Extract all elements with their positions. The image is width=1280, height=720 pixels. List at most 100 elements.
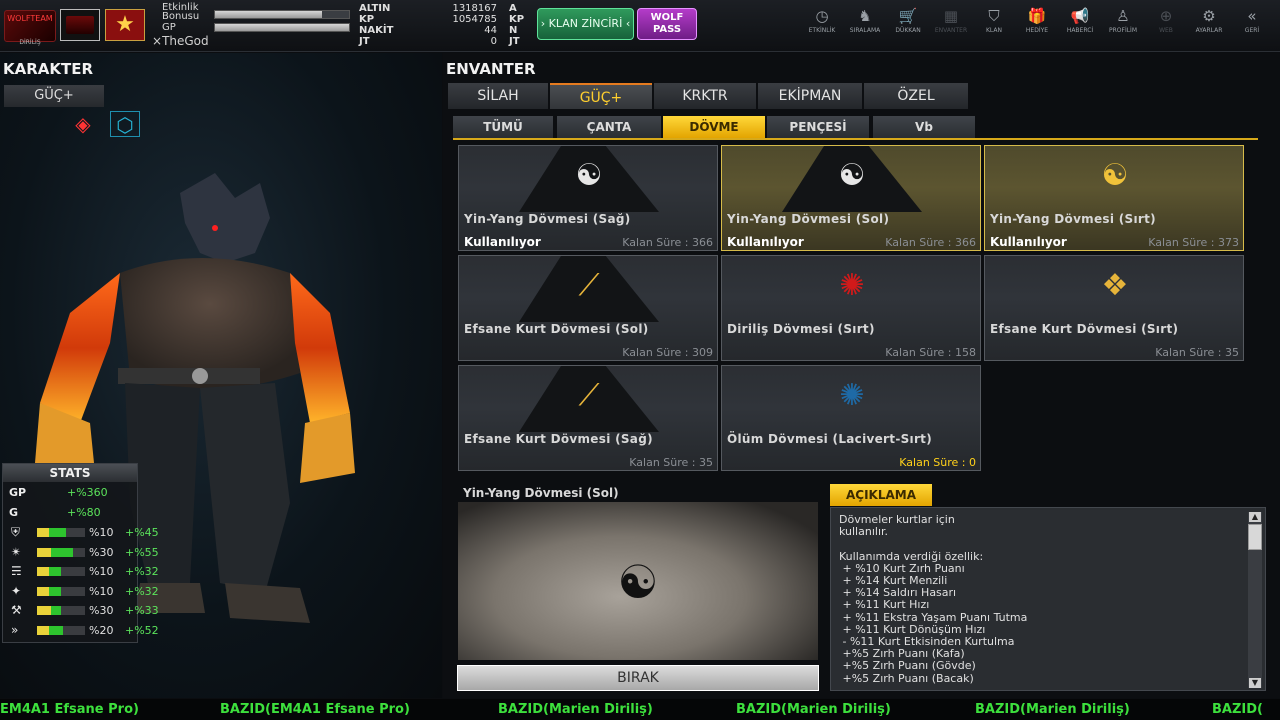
inventory-icon: ▦ — [943, 7, 959, 25]
ticker-message: BAZID(Marien Diriliş) — [975, 702, 1130, 717]
stat-bonus: +%33 — [125, 604, 159, 618]
speed-icon: ☴ — [11, 564, 22, 579]
tattoo-emblem-icon: ❖ — [1101, 268, 1129, 303]
stat-bar-bonus — [49, 528, 66, 537]
tab-si̇lah[interactable]: SİLAH — [448, 83, 548, 109]
scroll-down-icon[interactable]: ▼ — [1249, 678, 1261, 688]
nav-label: KLAN — [985, 27, 1002, 34]
tattoo-card[interactable]: ⟋ Efsane Kurt Dövmesi (Sağ) Kalan Süre : 3… — [458, 365, 718, 471]
ticker-message: BAZID( — [1212, 702, 1263, 717]
bonus-block: Etkinlik Bonusu GP ×TheGod — [152, 3, 352, 49]
gp-label: GP — [162, 22, 176, 33]
stat-bar-base — [37, 547, 52, 557]
wolf-pass-button[interactable]: WOLF PASS — [637, 8, 697, 40]
nav-item-ayarlar[interactable]: ⚙ AYARLAR — [1187, 6, 1231, 46]
currency-row: KP 1054785 KP — [357, 14, 527, 25]
character-panel: KARAKTER GÜÇ+ ◈ ⬡ STATS GP +%360 G +%80 … — [0, 53, 442, 698]
subtab-çanta[interactable]: ÇANTA — [557, 116, 661, 138]
tab-guc-plus-character[interactable]: GÜÇ+ — [4, 85, 104, 107]
stat-bar-base — [37, 606, 52, 616]
bonus-bar — [214, 10, 350, 19]
tattoo-card[interactable]: ✺ Ölüm Dövmesi (Lacivert-Sırt) Kalan Süre … — [721, 365, 981, 471]
subtab-tümü[interactable]: TÜMÜ — [453, 116, 553, 138]
nav-item-siralama[interactable]: ♞ SIRALAMA — [843, 6, 887, 46]
stat-bonus: +%32 — [125, 565, 159, 579]
description-box: Dövmeler kurtlar için kullanılır. Kullan… — [830, 507, 1266, 691]
sub-tabs: TÜMÜ ÇANTA DÖVME PENÇESİ Vb — [453, 116, 1258, 140]
nav-item-etki̇nli̇k[interactable]: ◷ ETKİNLİK — [800, 6, 844, 46]
tattoo-emblem-icon: ✺ — [839, 378, 865, 413]
tattoo-preview-image: ☯ — [458, 502, 818, 660]
attack-icon: ✦ — [11, 583, 22, 598]
red-skill-icon[interactable]: ◈ — [68, 113, 98, 135]
tattoo-name: Diriliş Dövmesi (Sırt) — [727, 322, 875, 336]
clock-icon: ◷ — [815, 7, 829, 25]
tattoo-card[interactable]: ⟋ Efsane Kurt Dövmesi (Sol) Kalan Süre : 3… — [458, 255, 718, 361]
tattoo-card[interactable]: ☯ Yin-Yang Dövmesi (Sağ) Kullanılıyor Kalan… — [458, 145, 718, 251]
tattoo-remaining-time: Kalan Süre : 158 — [885, 346, 976, 359]
tattoo-remaining-time: Kalan Süre : 366 — [622, 236, 713, 249]
currency-row: ALTIN 1318167 A — [357, 3, 527, 14]
shield-icon: ⛉ — [988, 7, 1000, 25]
inventory-title: ENVANTER — [446, 60, 536, 78]
drop-button[interactable]: BIRAK — [457, 665, 819, 691]
tattoo-remaining-time: Kalan Süre : 309 — [622, 346, 713, 359]
nav-label: AYARLAR — [1195, 27, 1223, 34]
stat-base: %20 — [89, 624, 114, 637]
klan-chain-button[interactable]: › KLAN ZİNCİRİ ‹ — [537, 8, 634, 40]
tab-krktr[interactable]: KRKTR — [654, 83, 756, 109]
stat-bar-base — [37, 528, 49, 537]
star-badge[interactable]: ★ — [105, 9, 145, 41]
rank-badge[interactable] — [60, 9, 100, 41]
nav-item-dükkan[interactable]: 🛒 DÜKKAN — [886, 6, 930, 46]
cart-icon: 🛒 — [898, 7, 918, 25]
nav-item-geri̇[interactable]: « GERİ — [1230, 6, 1274, 46]
blue-skill-icon[interactable]: ⬡ — [110, 111, 140, 137]
nav-item-envanter[interactable]: ▦ ENVANTER — [929, 6, 973, 46]
logo-subtext: DİRİLİŞ — [19, 39, 41, 46]
nav-item-haberci̇[interactable]: 📢 HABERCİ — [1058, 6, 1102, 46]
tab-güç+[interactable]: GÜÇ+ — [550, 83, 652, 109]
stat-bar-bonus — [51, 606, 61, 616]
stat-base: %30 — [89, 604, 114, 618]
tattoo-card[interactable]: ☯ Yin-Yang Dövmesi (Sol) Kullanılıyor Kalan… — [721, 145, 981, 251]
tattoo-name: Yin-Yang Dövmesi (Sol) — [727, 212, 890, 226]
ticker-message: EM4A1 Efsane Pro) — [0, 702, 139, 717]
nav-item-profi̇li̇m[interactable]: ♙ PROFİLİM — [1101, 6, 1145, 46]
stat-bar — [37, 528, 85, 537]
subtab-vb[interactable]: Vb — [873, 116, 975, 138]
nav-label: SIRALAMA — [849, 27, 881, 34]
gp-bar-fill — [215, 24, 349, 31]
tab-özel[interactable]: ÖZEL — [864, 83, 968, 109]
stat-row-gp: GP +%360 — [3, 484, 163, 502]
scroll-up-icon[interactable]: ▲ — [1249, 512, 1261, 522]
stats-panel: STATS GP +%360 G +%80 ⛨ %10 +%45 ✴ %30 +%55 ☴ %10 +%… — [2, 463, 159, 643]
tattoo-name: Yin-Yang Dövmesi (Sırt) — [990, 212, 1156, 226]
tattoo-name: Efsane Kurt Dövmesi (Sol) — [464, 322, 649, 336]
tab-eki̇pman[interactable]: EKİPMAN — [758, 83, 862, 109]
nav-item-hedi̇ye[interactable]: 🎁 HEDİYE — [1015, 6, 1059, 46]
tattoo-status: Kullanılıyor — [727, 235, 804, 249]
nav-item-web[interactable]: ⊕ WEB — [1144, 6, 1188, 46]
tattoo-remaining-time: Kalan Süre : 366 — [885, 236, 976, 249]
stat-bar-row: ✦ %10 +%32 — [3, 583, 163, 601]
scroll-thumb[interactable] — [1248, 524, 1262, 550]
stat-base: %10 — [89, 565, 114, 579]
logo-text: WOLFTEAM — [7, 14, 53, 23]
nav-label: WEB — [1159, 27, 1173, 34]
currency-value: 1054785 — [452, 14, 497, 25]
tattoo-emblem-icon: ☯ — [575, 158, 603, 193]
subtab-pençesi̇[interactable]: PENÇESİ — [767, 116, 869, 138]
subtab-dövme[interactable]: DÖVME — [663, 116, 765, 138]
currency-value: 44 — [484, 25, 497, 36]
tab-description[interactable]: AÇIKLAMA — [830, 484, 932, 506]
tattoo-card[interactable]: ❖ Efsane Kurt Dövmesi (Sırt) Kalan Süre : … — [984, 255, 1244, 361]
tattoo-card[interactable]: ✺ Diriliş Dövmesi (Sırt) Kalan Süre : 158 — [721, 255, 981, 361]
stat-bar-row: » %20 +%52 — [3, 622, 163, 640]
tattoo-card[interactable]: ☯ Yin-Yang Dövmesi (Sırt) Kullanılıyor Kala… — [984, 145, 1244, 251]
character-title: KARAKTER — [3, 60, 94, 78]
star-icon: ★ — [115, 12, 135, 37]
yin-yang-icon: ☯ — [617, 555, 659, 609]
nav-item-klan[interactable]: ⛉ KLAN — [972, 6, 1016, 46]
bonus-bar-fill — [215, 11, 323, 18]
